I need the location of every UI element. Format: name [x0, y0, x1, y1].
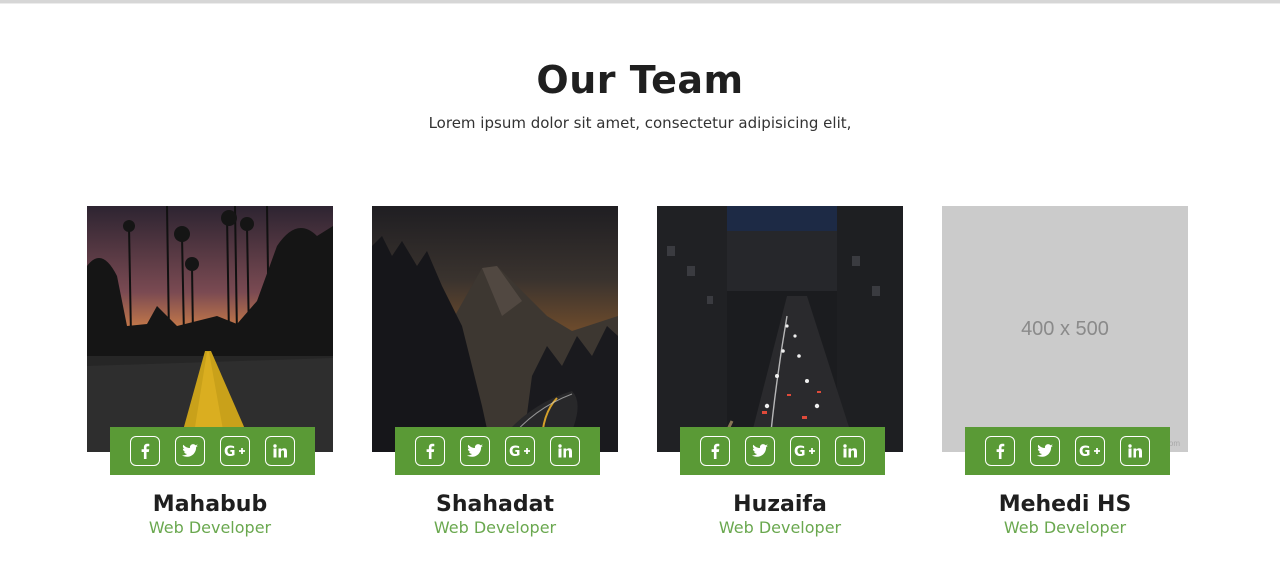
social-bar: G — [965, 427, 1170, 475]
twitter-icon — [1037, 444, 1053, 457]
linkedin-icon — [558, 444, 572, 458]
linkedin-icon — [843, 444, 857, 458]
member-photo — [372, 206, 618, 452]
google-plus-icon: G — [1079, 444, 1100, 458]
social-bar: G — [680, 427, 885, 475]
svg-text:G: G — [794, 444, 806, 458]
twitter-button[interactable] — [1030, 436, 1060, 466]
linkedin-icon — [1128, 444, 1142, 458]
twitter-icon — [467, 444, 483, 457]
section-title: Our Team — [536, 58, 744, 102]
facebook-button[interactable] — [985, 436, 1015, 466]
member-name: Huzaifa — [733, 492, 827, 517]
twitter-button[interactable] — [460, 436, 490, 466]
google-plus-button[interactable]: G — [505, 436, 535, 466]
google-plus-icon: G — [224, 444, 245, 458]
twitter-button[interactable] — [175, 436, 205, 466]
team-card: G Huzaifa Web Developer — [657, 206, 903, 546]
google-plus-button[interactable]: G — [790, 436, 820, 466]
svg-text:G: G — [1079, 444, 1091, 458]
google-plus-button[interactable]: G — [220, 436, 250, 466]
team-card: 400 x 500 com G Mehedi HS Web Developer — [942, 206, 1188, 546]
top-border — [0, 0, 1280, 4]
twitter-icon — [752, 444, 768, 457]
facebook-icon — [996, 443, 1005, 459]
member-photo — [87, 206, 333, 452]
social-bar: G — [395, 427, 600, 475]
facebook-button[interactable] — [700, 436, 730, 466]
facebook-button[interactable] — [415, 436, 445, 466]
social-bar: G — [110, 427, 315, 475]
member-role: Web Developer — [433, 518, 557, 537]
facebook-button[interactable] — [130, 436, 160, 466]
google-plus-button[interactable]: G — [1075, 436, 1105, 466]
facebook-icon — [426, 443, 435, 459]
google-plus-icon: G — [509, 444, 530, 458]
member-photo-placeholder: 400 x 500 com — [942, 206, 1188, 452]
team-card: G Mahabub Web Developer — [87, 206, 333, 546]
google-plus-icon: G — [794, 444, 815, 458]
linkedin-button[interactable] — [550, 436, 580, 466]
svg-text:G: G — [224, 444, 236, 458]
placeholder-size-label: 400 x 500 — [1021, 318, 1109, 340]
member-role: Web Developer — [718, 518, 842, 537]
twitter-button[interactable] — [745, 436, 775, 466]
member-name: Mehedi HS — [998, 492, 1132, 517]
linkedin-button[interactable] — [835, 436, 865, 466]
member-role: Web Developer — [148, 518, 272, 537]
member-role: Web Developer — [1003, 518, 1127, 537]
linkedin-icon — [273, 444, 287, 458]
linkedin-button[interactable] — [265, 436, 295, 466]
twitter-icon — [182, 444, 198, 457]
member-name: Mahabub — [152, 492, 268, 517]
svg-text:G: G — [509, 444, 521, 458]
team-card: G Shahadat Web Developer — [372, 206, 618, 546]
facebook-icon — [141, 443, 150, 459]
section-subtitle: Lorem ipsum dolor sit amet, consectetur … — [428, 114, 852, 132]
member-photo — [657, 206, 903, 452]
linkedin-button[interactable] — [1120, 436, 1150, 466]
member-name: Shahadat — [436, 492, 554, 517]
facebook-icon — [711, 443, 720, 459]
